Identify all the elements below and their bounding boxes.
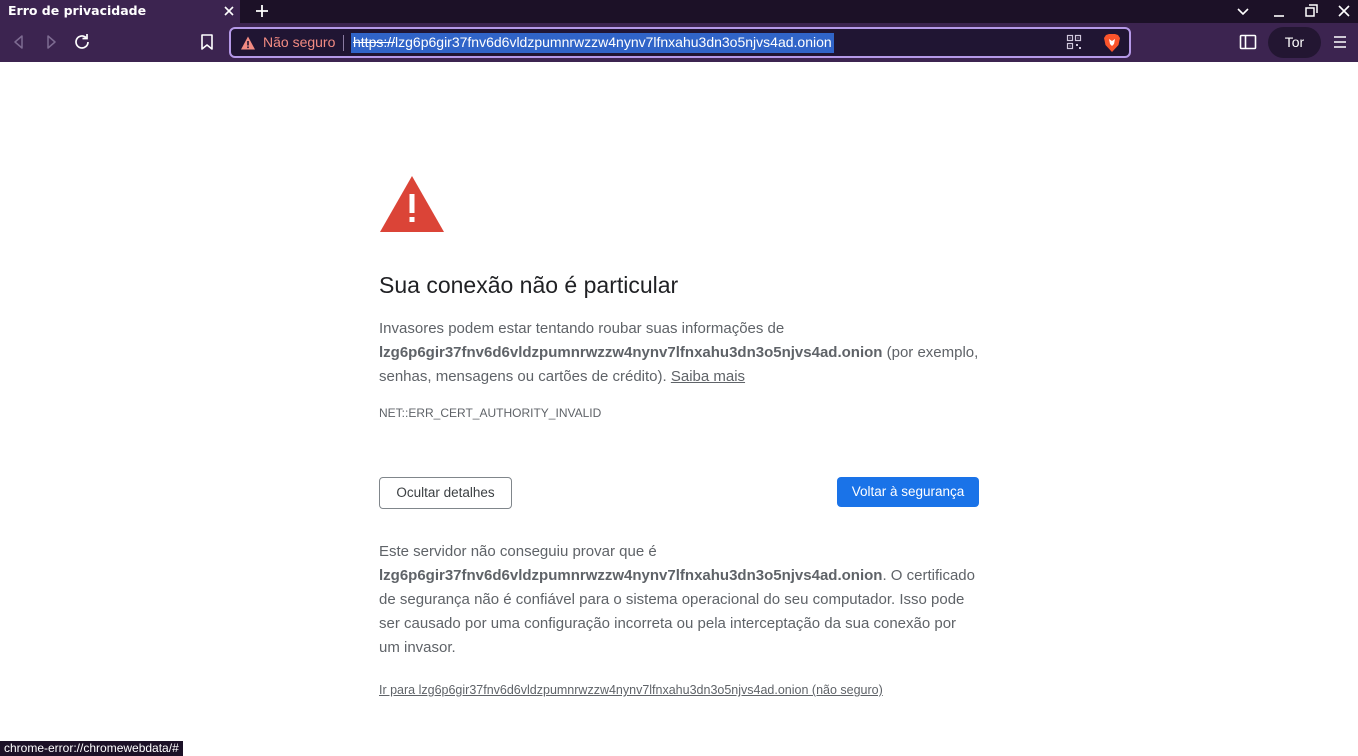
- minimize-icon[interactable]: [1269, 1, 1289, 21]
- menu-icon[interactable]: [1332, 33, 1348, 51]
- warning-icon: [380, 176, 444, 232]
- qr-code-icon[interactable]: [1066, 34, 1082, 50]
- back-icon[interactable]: [8, 31, 30, 53]
- url-host: lzg6p6gir37fnv6d6vldzpumnrwzzw4nynv7lfnx…: [395, 34, 832, 50]
- host-name: lzg6p6gir37fnv6d6vldzpumnrwzzw4nynv7lfnx…: [379, 567, 883, 584]
- reload-icon[interactable]: [71, 31, 93, 53]
- learn-more-link[interactable]: Saiba mais: [671, 368, 745, 385]
- new-tab-icon[interactable]: [252, 1, 272, 21]
- forward-icon[interactable]: [40, 31, 62, 53]
- sidebar-icon[interactable]: [1239, 33, 1257, 51]
- details-message: Este servidor não conseguiu provar que é…: [379, 540, 979, 660]
- hide-details-button[interactable]: Ocultar detalhes: [379, 477, 512, 509]
- page-title: Sua conexão não é particular: [379, 272, 679, 298]
- error-code: NET::ERR_CERT_AUTHORITY_INVALID: [379, 406, 602, 420]
- back-to-safety-button[interactable]: Voltar à segurança: [837, 477, 979, 507]
- warning-icon[interactable]: [240, 35, 256, 51]
- brave-shields-icon[interactable]: [1103, 33, 1121, 53]
- tab-active[interactable]: Erro de privacidade: [0, 0, 240, 23]
- url-scheme: https://: [353, 34, 396, 50]
- close-icon[interactable]: [221, 3, 237, 19]
- url-text[interactable]: https://lzg6p6gir37fnv6d6vldzpumnrwzzw4n…: [351, 33, 834, 53]
- chevron-down-icon[interactable]: [1233, 1, 1253, 21]
- details-text: Este servidor não conseguiu provar que é: [379, 543, 657, 560]
- main-message: Invasores podem estar tentando roubar su…: [379, 317, 979, 389]
- tab-strip: Erro de privacidade: [0, 0, 1358, 23]
- status-bar: chrome-error://chromewebdata/#: [0, 741, 183, 756]
- tab-title: Erro de privacidade: [8, 3, 147, 18]
- restore-icon[interactable]: [1301, 1, 1321, 21]
- toolbar: Não seguro https://lzg6p6gir37fnv6d6vldz…: [0, 23, 1358, 62]
- security-status-label[interactable]: Não seguro: [263, 34, 335, 50]
- proceed-unsafe-link[interactable]: Ir para lzg6p6gir37fnv6d6vldzpumnrwzzw4n…: [379, 683, 883, 697]
- close-window-icon[interactable]: [1334, 1, 1354, 21]
- address-bar[interactable]: Não seguro https://lzg6p6gir37fnv6d6vldz…: [229, 27, 1131, 58]
- url-separator: [343, 35, 344, 51]
- bookmark-icon[interactable]: [196, 31, 218, 53]
- host-name: lzg6p6gir37fnv6d6vldzpumnrwzzw4nynv7lfnx…: [379, 344, 883, 361]
- tor-button[interactable]: Tor: [1268, 27, 1321, 58]
- main-message-text: Invasores podem estar tentando roubar su…: [379, 320, 785, 337]
